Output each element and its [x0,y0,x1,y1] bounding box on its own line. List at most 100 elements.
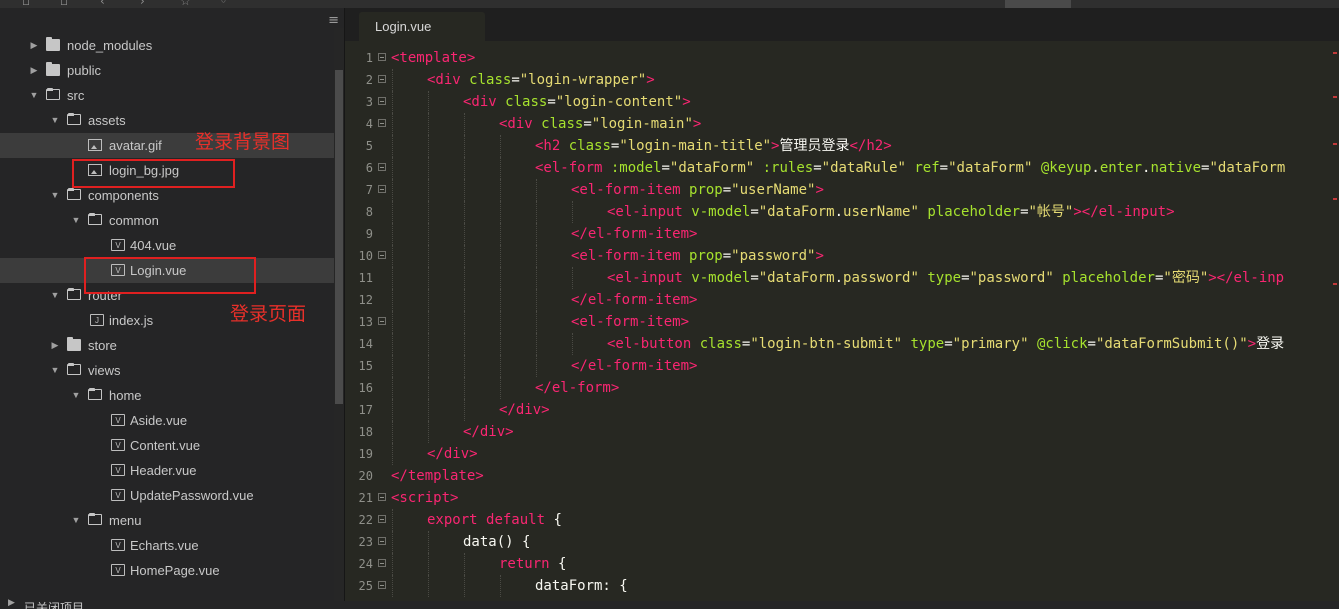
fold-toggle-icon[interactable] [378,251,386,259]
code-line[interactable]: 13 <el-form-item> [345,311,1339,333]
code-token-plain: = [547,94,556,110]
code-token-tag: > [1247,336,1257,352]
fold-toggle-icon[interactable] [378,317,386,325]
code-line[interactable]: 9 </el-form-item> [345,223,1339,245]
chevron-right-icon[interactable]: ▶ [29,33,39,58]
sidebar-scrollbar-thumb[interactable] [335,70,343,404]
chevron-right-icon[interactable]: ▶ [29,58,39,83]
fold-toggle-icon[interactable] [378,185,386,193]
code-line[interactable]: 3 <div class="login-content"> [345,91,1339,113]
chevron-down-icon[interactable]: ▼ [50,283,60,308]
code-line[interactable]: 22 export default { [345,509,1339,531]
fold-toggle-icon[interactable] [378,515,386,523]
code-token-plain: = [1020,204,1029,220]
indent-guide [536,311,537,333]
tree-item-store[interactable]: ▶ store [0,333,334,358]
line-number: 3 [365,95,373,109]
tree-item-assets[interactable]: ▼ assets [0,108,334,133]
chevron-down-icon[interactable]: ▼ [71,208,81,233]
code-line[interactable]: 21 <script> [345,487,1339,509]
sidebar-menu-icon[interactable]: ≡ [328,14,339,27]
tree-item-homepage-vue[interactable]: V HomePage.vue [0,558,334,583]
code-line[interactable]: 6 <el-form :model="dataForm" :rules="data… [345,157,1339,179]
tree-item-common[interactable]: ▼ common [0,208,334,233]
code-text: <el-button class = "login-btn-submit" type… [607,333,1284,355]
fold-toggle-icon[interactable] [378,559,386,567]
tree-item-home[interactable]: ▼ home [0,383,334,408]
preview-icon[interactable]: ◦ [220,0,227,8]
code-line[interactable]: 4 <div class="login-main"> [345,113,1339,135]
vue-file-icon: V [111,464,125,476]
fold-toggle-icon[interactable] [378,119,386,127]
fold-toggle-icon[interactable] [378,75,386,83]
chevron-down-icon[interactable]: ▼ [71,508,81,533]
tree-item-updatepassword-vue[interactable]: V UpdatePassword.vue [0,483,334,508]
fold-toggle-icon[interactable] [378,537,386,545]
code-token-tag: > [815,182,824,198]
code-line[interactable]: 19 </div> [345,443,1339,465]
code-text: <div class="login-content"> [463,91,691,113]
tree-item-public[interactable]: ▶ public [0,58,334,83]
code-line[interactable]: 23 data() { [345,531,1339,553]
code-line[interactable]: 16 </el-form> [345,377,1339,399]
line-number: 20 [358,469,373,483]
tab-login-vue[interactable]: Login.vue [359,12,485,41]
vue-file-icon: V [111,564,125,576]
code-line[interactable]: 11 <el-input v-model="dataForm.password" … [345,267,1339,289]
tree-item-aside-vue[interactable]: V Aside.vue [0,408,334,433]
code-token-str: "dataForm [758,270,835,286]
code-line[interactable]: 14 <el-button class = "login-btn-submit" ty… [345,333,1339,355]
star-icon[interactable]: ☆ [180,0,191,8]
tree-item-menu[interactable]: ▼ menu [0,508,334,533]
indent-guide [392,355,393,377]
chevron-right-icon[interactable]: ▶ [50,333,60,358]
fold-toggle-icon[interactable] [378,493,386,501]
code-line[interactable]: 1 <template> [345,47,1339,69]
code-line[interactable]: 20 </template> [345,465,1339,487]
code-text: </el-form-item> [571,223,697,245]
fold-toggle-icon[interactable] [378,53,386,61]
tree-item-label: Content.vue [130,438,201,453]
search-box[interactable] [1005,0,1071,8]
code-line[interactable]: 15 </el-form-item> [345,355,1339,377]
indent-guide [392,311,393,333]
indent-guide [500,267,501,289]
tree-item-echarts-vue[interactable]: V Echarts.vue [0,533,334,558]
indent-guide [464,333,465,355]
fold-toggle-icon[interactable] [378,581,386,589]
tree-item-views[interactable]: ▼ views [0,358,334,383]
tree-item-src[interactable]: ▼ src [0,83,334,108]
sidebar-toggle-icon[interactable]: ▫ [22,0,30,8]
code-line[interactable]: 5 <h2 class="login-main-title">管理员登录</h2> [345,135,1339,157]
indent-guide [428,399,429,421]
code-line[interactable]: 12 </el-form-item> [345,289,1339,311]
new-file-icon[interactable]: ▫ [60,0,68,8]
code-line[interactable]: 18 </div> [345,421,1339,443]
tree-item-404-vue[interactable]: V 404.vue [0,233,334,258]
fold-toggle-icon[interactable] [378,163,386,171]
chevron-down-icon[interactable]: ▼ [29,83,39,108]
chevron-down-icon[interactable]: ▼ [50,358,60,383]
chevron-down-icon[interactable]: ▼ [71,383,81,408]
chevron-down-icon[interactable]: ▼ [50,183,60,208]
code-token-tag: <template [391,50,467,66]
code-token-plain: = [661,160,670,176]
fold-toggle-icon[interactable] [378,97,386,105]
code-line[interactable]: 10 <el-form-item prop="password"> [345,245,1339,267]
indent-guide [428,157,429,179]
code-line[interactable]: 24 return { [345,553,1339,575]
tree-item-node-modules[interactable]: ▶ node_modules [0,33,334,58]
code-line[interactable]: 8 <el-input v-model="dataForm.userName" p… [345,201,1339,223]
chevron-down-icon[interactable]: ▼ [50,108,60,133]
code-line[interactable]: 7 <el-form-item prop="userName"> [345,179,1339,201]
code-token-str: "dataForm" [948,160,1033,176]
tree-item-content-vue[interactable]: V Content.vue [0,433,334,458]
code-line[interactable]: 2 <div class="login-wrapper"> [345,69,1339,91]
indent-guide [428,311,429,333]
back-icon[interactable]: ‹ [100,0,105,8]
code-line[interactable]: 17 </div> [345,399,1339,421]
code-text: </div> [463,421,514,443]
code-line[interactable]: 25 dataForm: { [345,575,1339,597]
tree-item-header-vue[interactable]: V Header.vue [0,458,334,483]
forward-icon[interactable]: › [140,0,145,8]
